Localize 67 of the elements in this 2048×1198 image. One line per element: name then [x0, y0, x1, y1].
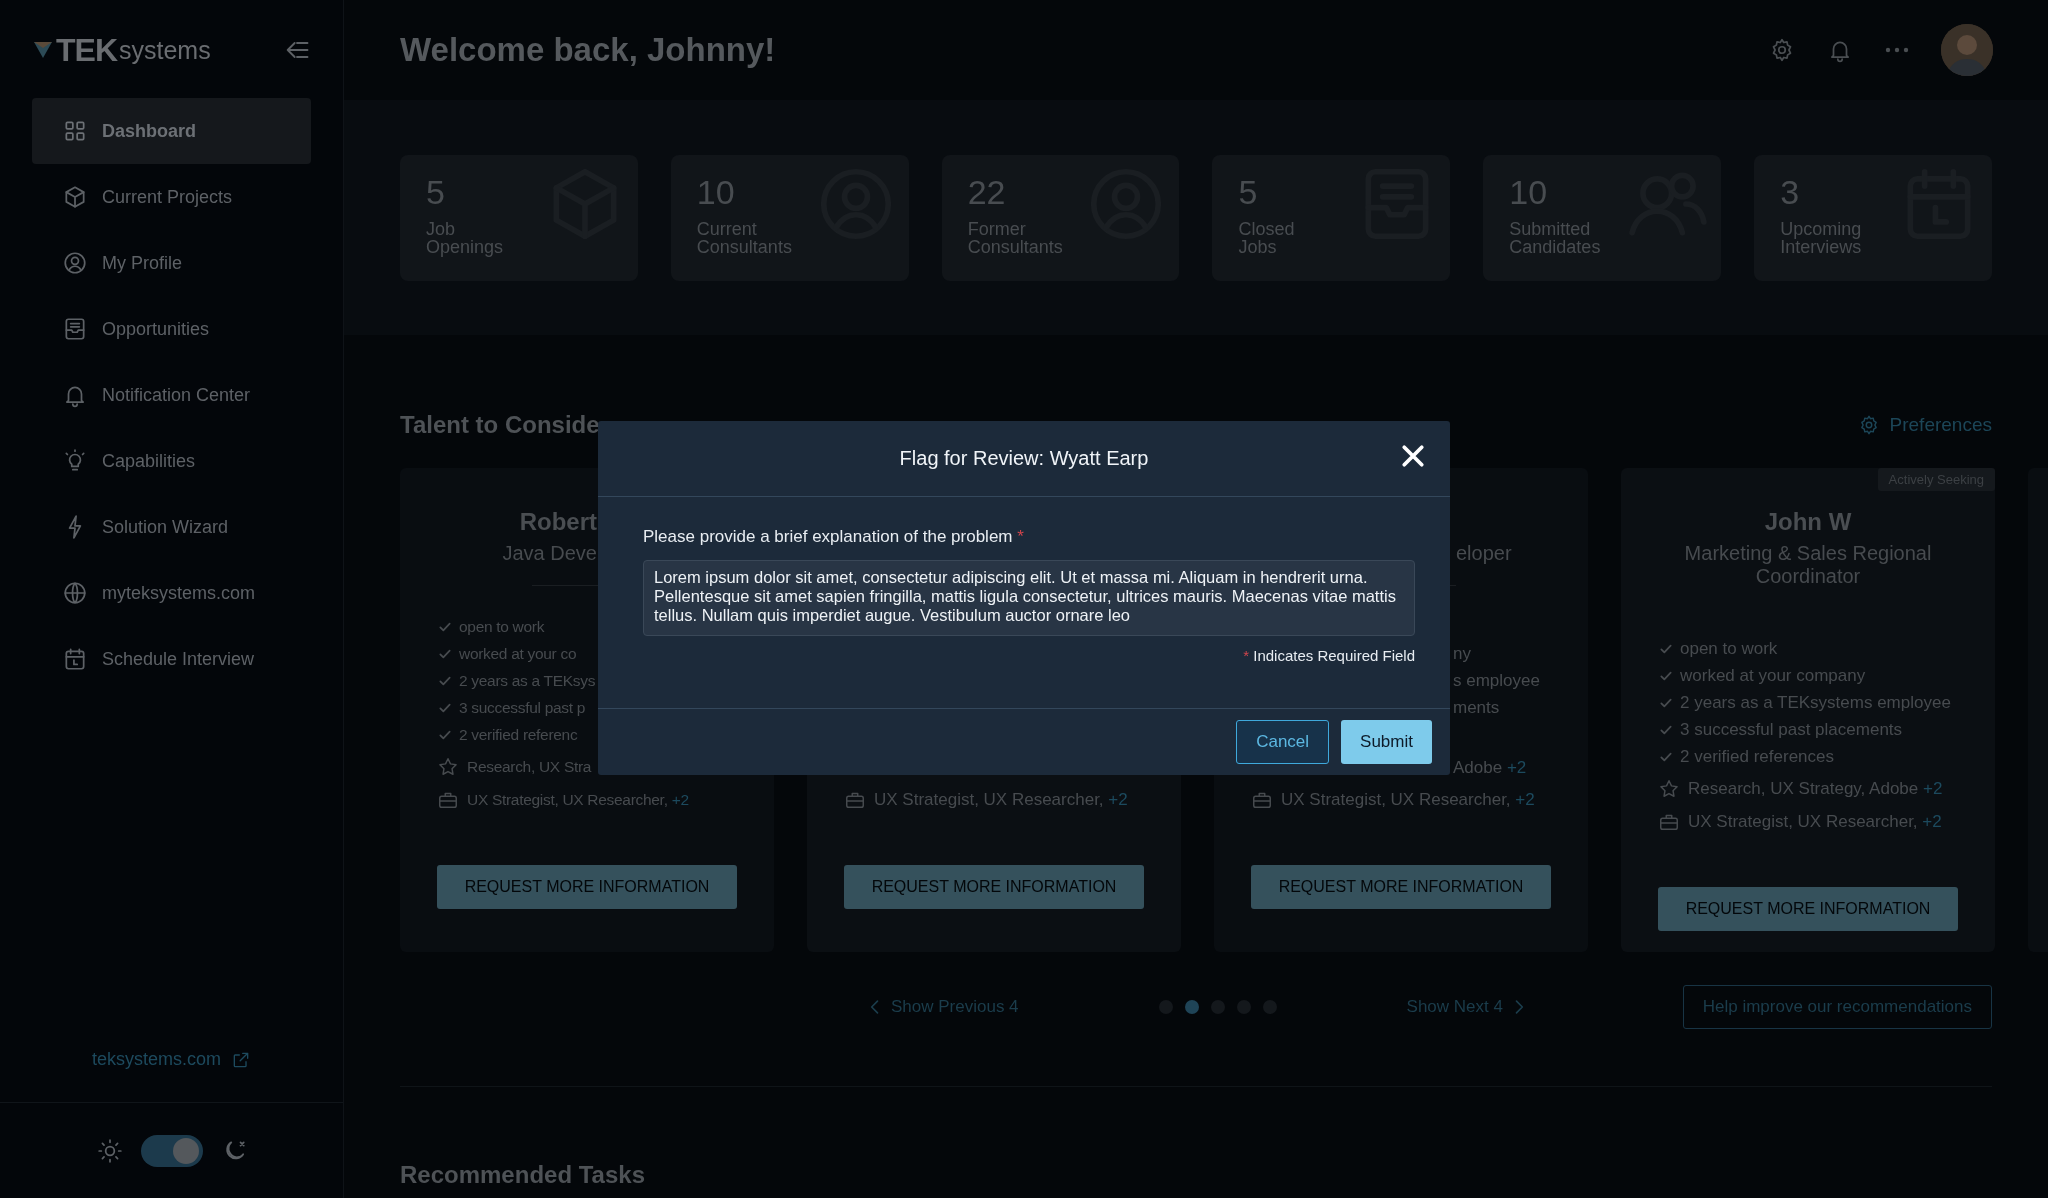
teksystems-logo[interactable]: TEKsystems: [32, 31, 211, 69]
roles-text: UX Strategist, UX Researcher, +2: [1688, 812, 1942, 832]
dialog-title: Flag for Review: Wyatt Earp: [899, 447, 1149, 470]
qualification-text: open to work: [459, 617, 545, 636]
calendar-icon: [62, 646, 88, 672]
website-link[interactable]: teksystems.com: [92, 1049, 251, 1102]
qualification-text: 2 verified referenc: [459, 725, 578, 744]
nav-item[interactable]: Current Projects: [32, 164, 311, 230]
qualification-text: worked at your company: [1680, 665, 1866, 686]
roles-text: UX Strategist, UX Researcher, +2: [874, 790, 1128, 810]
field-label: Please provide a brief explanation of the problem *: [643, 527, 1025, 547]
qualification-text: 2 years as a TEKsystems employee: [1680, 692, 1951, 713]
qualification-text: worked at your co: [459, 644, 577, 663]
user-avatar[interactable]: [1941, 24, 1993, 76]
profile-icon: [62, 250, 88, 276]
inbox-icon: [62, 316, 88, 342]
roles-text: UX Strategist, UX Researcher, +2: [467, 791, 689, 809]
nav-item[interactable]: Notification Center: [32, 362, 311, 428]
next-link[interactable]: Show Next 4: [1406, 996, 1529, 1017]
qualification-text: 2 verified references: [1680, 746, 1835, 767]
qualification-text: 3 successful past placements: [1680, 719, 1903, 740]
nav-item[interactable]: myteksystems.com: [32, 560, 311, 626]
qualification-text: ny: [1453, 643, 1471, 664]
star-icon: [437, 756, 459, 778]
preferences-link[interactable]: Preferences: [1857, 414, 1992, 436]
submit-button[interactable]: Submit: [1341, 720, 1432, 764]
candidate-name: John W: [1763, 508, 1853, 536]
lightbulb-icon: [62, 448, 88, 474]
qualification-text: s employee: [1453, 670, 1540, 691]
nav-item[interactable]: Dashboard: [32, 98, 311, 164]
qualification-text: open to work: [1680, 638, 1778, 659]
qualification-text: 2 years as a TEKsys: [459, 671, 596, 690]
request-info-button[interactable]: REQUEST MORE INFORMATION: [1658, 887, 1958, 931]
page-dot[interactable]: [1184, 999, 1199, 1014]
nav-item[interactable]: My Profile: [32, 230, 311, 296]
previous-link[interactable]: Show Previous 4: [865, 996, 1019, 1017]
feedback-button[interactable]: Help improve our recommendations: [1682, 984, 1992, 1029]
nav-item[interactable]: Opportunities: [32, 296, 311, 362]
globe-icon: [62, 580, 88, 606]
skills-text: Research, UX Stra: [467, 758, 592, 776]
skills-text: Adobe +2: [1453, 758, 1527, 778]
cube-icon: [62, 184, 88, 210]
section-heading: Recommended Tasks: [400, 1161, 646, 1189]
dashboard-icon: [62, 118, 88, 144]
candidate-title: Marketing & Sales Regional Coordinator: [1683, 542, 1933, 588]
skills-text: Research, UX Strategy, Adobe +2: [1688, 779, 1943, 799]
explanation-field[interactable]: Lorem ipsum dolor sit amet, consectetur adipiscing elit. Ut et massa mi. Aliquam in hendrerit urna. Pellentesque sit amet sapien fringilla, mattis ligula consectetur, ultrices mauris. Maecenas vitae mattis tellus. Nullam quis imperdiet augue. Vestibulum auctor ornare leo: [643, 560, 1415, 636]
candidate-title: Java Deve: [501, 542, 597, 565]
qualification-text: 3 successful past p: [459, 698, 586, 717]
qualification-text: ments: [1453, 697, 1500, 718]
section-heading: Talent to Conside: [400, 411, 600, 439]
required-note: * Indicates Required Field: [1243, 647, 1415, 664]
more-options-icon[interactable]: [1885, 47, 1909, 53]
welcome-heading: Welcome back, Johnny!: [400, 31, 777, 69]
request-info-button[interactable]: REQUEST MORE INFORMATION: [1251, 865, 1551, 909]
request-info-button[interactable]: REQUEST MORE INFORMATION: [844, 865, 1144, 909]
roles-text: UX Strategist, UX Researcher, +2: [1281, 790, 1535, 810]
nav-item[interactable]: Capabilities: [32, 428, 311, 494]
sun-icon: [96, 1137, 123, 1164]
cancel-button[interactable]: Cancel: [1236, 720, 1330, 764]
request-info-button[interactable]: REQUEST MORE INFORMATION: [437, 865, 737, 909]
theme-toggle[interactable]: [140, 1134, 203, 1167]
candidate-name: Robert: [518, 508, 597, 536]
nav-item[interactable]: Schedule Interview: [32, 626, 311, 692]
candidate-title: eloper: [1456, 542, 1513, 565]
star-icon: [1658, 778, 1680, 800]
nav-item[interactable]: Solution Wizard: [32, 494, 311, 560]
